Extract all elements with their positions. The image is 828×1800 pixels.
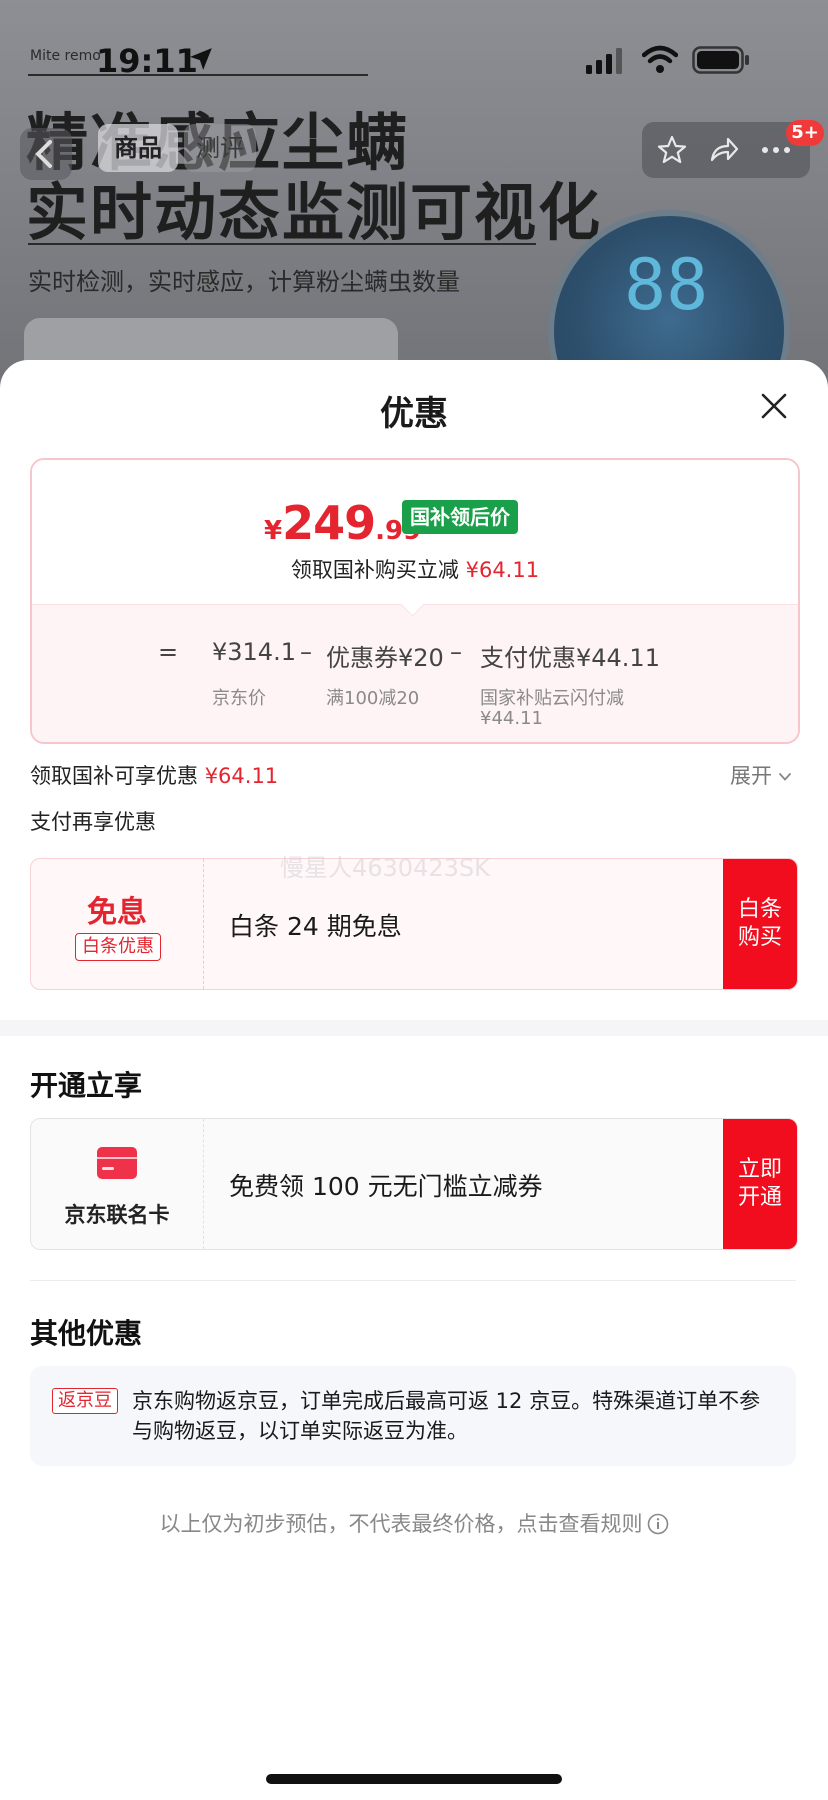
back-arrow-icon xyxy=(35,140,52,168)
note-coupon: 满100减20 xyxy=(326,688,420,709)
calc-minus-2: – xyxy=(450,638,462,666)
open-section-title: 开通立享 xyxy=(30,1069,143,1102)
rules-link[interactable]: 以上仅为初步预估，不代表最终价格，点击查看规则 xyxy=(0,1508,828,1538)
signal-icon xyxy=(586,48,622,74)
sheet-title: 优惠 xyxy=(380,394,448,434)
baitiao-buy-line1: 白条 xyxy=(737,897,782,922)
cobrand-offer-text: 免费领 100 元无门槛立减券 xyxy=(229,1172,543,1201)
back-button[interactable] xyxy=(20,128,72,180)
rules-link-text: 以上仅为初步预估，不代表最终价格，点击查看规则 xyxy=(159,1512,643,1536)
price-integer: 249 xyxy=(282,496,376,550)
chevron-down-icon xyxy=(779,773,791,781)
hero-subtitle: 实时检测，实时感应，计算粉尘螨虫数量 xyxy=(28,268,460,296)
cobrand-card-badge: 京东联名卡 xyxy=(31,1119,204,1249)
watermark: 慢星人4630423SK xyxy=(280,854,490,882)
calc-coupon: 优惠券¥20 xyxy=(326,644,444,672)
divider xyxy=(30,1280,796,1281)
expand-label: 展开 xyxy=(730,764,772,788)
section-separator xyxy=(0,1020,828,1036)
star-icon[interactable] xyxy=(656,134,688,166)
calc-equals: = xyxy=(158,638,179,666)
tab-goods[interactable]: 商品 xyxy=(98,124,178,172)
baitiao-chip: 白条优惠 xyxy=(75,933,161,961)
jd-bean-offer: 返京豆 京东购物返京豆，订单完成后最高可返 12 京豆。特殊渠道订单不参与购物返… xyxy=(30,1366,796,1466)
calc-jd-price: ¥314.1 xyxy=(212,638,296,666)
baitiao-badge-area: 免息 白条优惠 xyxy=(31,859,204,989)
info-icon xyxy=(647,1513,668,1535)
message-badge: 5+ xyxy=(786,120,824,146)
location-arrow-icon xyxy=(190,48,212,70)
note-pay-line2: ¥44.11 xyxy=(480,708,543,729)
price-formula xyxy=(32,604,798,742)
discount-sheet: 优惠 ¥249.99 国补领后价 领取国补购买立减 ¥64.11 = ¥314.… xyxy=(0,360,828,1800)
pay-more-heading: 支付再享优惠 xyxy=(30,810,156,834)
claim-label: 领取国补可享优惠 xyxy=(30,764,198,788)
open-now-line1: 立即 xyxy=(737,1157,782,1182)
decor-divider xyxy=(28,243,536,245)
wifi-icon xyxy=(642,45,678,73)
price-currency: ¥ xyxy=(264,516,283,546)
device-reading: 88 xyxy=(624,244,709,326)
jd-bean-text: 京东购物返京豆，订单完成后最高可返 12 京豆。特殊渠道订单不参与购物返豆，以订… xyxy=(132,1389,761,1443)
final-price: ¥249.99 xyxy=(264,496,421,550)
status-time: 19:11 xyxy=(96,42,198,80)
price-subtitle: 领取国补购买立减 ¥64.11 xyxy=(32,554,798,584)
baitiao-buy-line2: 购买 xyxy=(737,925,782,950)
hero-headline-2: 实时动态监测可视化 xyxy=(26,176,603,249)
product-page-background: Mite remo 精准感应尘螨 实时动态监测可视化 实时检测，实时感应，计算粉… xyxy=(0,0,828,420)
baitiao-offer-text: 白条 24 期免息 xyxy=(229,912,402,941)
claim-subsidy-row: 领取国补可享优惠 ¥64.11 xyxy=(30,760,278,790)
baitiao-buy-button[interactable]: 白条 购买 xyxy=(723,859,797,989)
claim-amount: ¥64.11 xyxy=(204,764,279,788)
tab-review[interactable]: 测评 xyxy=(184,124,256,172)
jd-bean-tag: 返京豆 xyxy=(52,1388,118,1414)
other-section-title: 其他优惠 xyxy=(30,1317,143,1350)
open-now-button[interactable]: 立即 开通 xyxy=(723,1119,797,1249)
cobrand-card-offer[interactable]: 京东联名卡 免费领 100 元无门槛立减券 立即 开通 xyxy=(30,1118,798,1250)
cobrand-card-label: 京东联名卡 xyxy=(64,1203,170,1227)
interest-free-label: 免息 xyxy=(87,895,147,930)
note-pay-line1: 国家补贴云闪付减 xyxy=(480,688,624,709)
calc-minus-1: – xyxy=(300,638,312,666)
status-bar: 19:11 xyxy=(0,0,828,92)
open-now-line2: 开通 xyxy=(737,1185,782,1210)
expand-button[interactable]: 展开 xyxy=(730,760,792,790)
subsidy-price-tag: 国补领后价 xyxy=(402,500,518,534)
calc-pay-discount: 支付优惠¥44.11 xyxy=(480,644,660,672)
nav-actions xyxy=(642,122,810,178)
close-icon[interactable] xyxy=(758,390,790,422)
credit-card-icon xyxy=(97,1147,137,1179)
price-summary: ¥249.99 国补领后价 领取国补购买立减 ¥64.11 xyxy=(32,460,798,604)
share-icon[interactable] xyxy=(708,134,740,166)
price-breakdown-card: ¥249.99 国补领后价 领取国补购买立减 ¥64.11 = ¥314.1 –… xyxy=(30,458,800,744)
home-indicator[interactable] xyxy=(266,1774,562,1784)
note-jd-price: 京东价 xyxy=(212,688,266,709)
price-subtitle-text: 领取国补购买立减 xyxy=(290,558,459,582)
battery-icon xyxy=(692,46,749,74)
price-subtitle-amount: ¥64.11 xyxy=(465,558,540,582)
